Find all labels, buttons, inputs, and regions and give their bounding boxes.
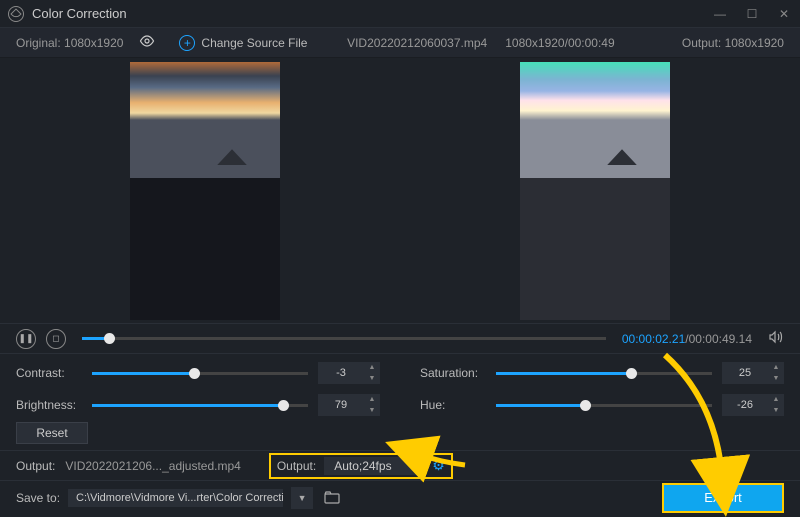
preview-toggle-icon[interactable] (139, 35, 155, 50)
output-filename-label: Output: (16, 459, 55, 473)
hue-row: Hue: -26▲▼ (420, 394, 784, 416)
output-settings-value[interactable]: Auto;24fps (324, 457, 424, 475)
saturation-label: Saturation: (420, 366, 486, 380)
path-dropdown-button[interactable]: ▼ (291, 487, 313, 509)
contrast-input[interactable]: -3▲▼ (318, 362, 380, 384)
maximize-button[interactable]: ☐ (744, 7, 760, 21)
save-to-label: Save to: (16, 491, 60, 505)
output-settings-label: Output: (277, 459, 316, 473)
plus-icon: + (179, 35, 195, 51)
source-bar: Original: 1080x1920 + Change Source File… (0, 28, 800, 58)
brightness-slider[interactable] (92, 404, 308, 407)
close-button[interactable]: ✕ (776, 7, 792, 21)
down-arrow-icon: ▼ (364, 373, 380, 384)
export-button[interactable]: Export (662, 483, 784, 513)
contrast-label: Contrast: (16, 366, 82, 380)
up-arrow-icon: ▲ (364, 362, 380, 373)
output-filename: VID2022021206..._adjusted.mp4 (65, 459, 240, 473)
playback-bar: ❚❚ ◻ 00:00:02.21/00:00:49.14 (0, 323, 800, 353)
volume-icon[interactable] (768, 330, 784, 347)
adjusted-preview (520, 62, 670, 320)
output-resolution: Output: 1080x1920 (682, 36, 784, 50)
original-preview (130, 62, 280, 320)
output-row: Output: VID2022021206..._adjusted.mp4 Ou… (0, 450, 800, 480)
app-logo-icon (8, 6, 24, 22)
hue-slider[interactable] (496, 404, 712, 407)
file-info: VID20220212060037.mp4 1080x1920/00:00:49 (347, 36, 615, 50)
brightness-row: Brightness: 79▲▼ (16, 394, 380, 416)
pause-button[interactable]: ❚❚ (16, 329, 36, 349)
preview-area (0, 58, 800, 323)
reset-button[interactable]: Reset (16, 422, 88, 444)
saturation-row: Saturation: 25▲▼ (420, 362, 784, 384)
save-path-field[interactable]: C:\Vidmore\Vidmore Vi...rter\Color Corre… (68, 489, 283, 507)
change-source-button[interactable]: + Change Source File (179, 35, 307, 51)
original-label: Original: 1080x1920 (16, 36, 123, 50)
timeline-slider[interactable] (82, 337, 606, 340)
stop-button[interactable]: ◻ (46, 329, 66, 349)
window-title: Color Correction (32, 6, 127, 21)
saturation-input[interactable]: 25▲▼ (722, 362, 784, 384)
title-bar: Color Correction — ☐ ✕ (0, 0, 800, 28)
output-settings-group: Output: Auto;24fps ⚙ (269, 453, 453, 479)
gear-icon[interactable]: ⚙ (432, 457, 445, 474)
timecode: 00:00:02.21/00:00:49.14 (622, 332, 752, 346)
change-source-label: Change Source File (201, 36, 307, 50)
saturation-slider[interactable] (496, 372, 712, 375)
hue-label: Hue: (420, 398, 486, 412)
brightness-label: Brightness: (16, 398, 82, 412)
contrast-slider[interactable] (92, 372, 308, 375)
brightness-input[interactable]: 79▲▼ (318, 394, 380, 416)
minimize-button[interactable]: — (712, 7, 728, 21)
open-folder-button[interactable] (321, 487, 343, 509)
hue-input[interactable]: -26▲▼ (722, 394, 784, 416)
contrast-row: Contrast: -3▲▼ (16, 362, 380, 384)
save-row: Save to: C:\Vidmore\Vidmore Vi...rter\Co… (0, 480, 800, 514)
adjustment-panel: Contrast: -3▲▼ Saturation: 25▲▼ Brightne… (0, 353, 800, 420)
